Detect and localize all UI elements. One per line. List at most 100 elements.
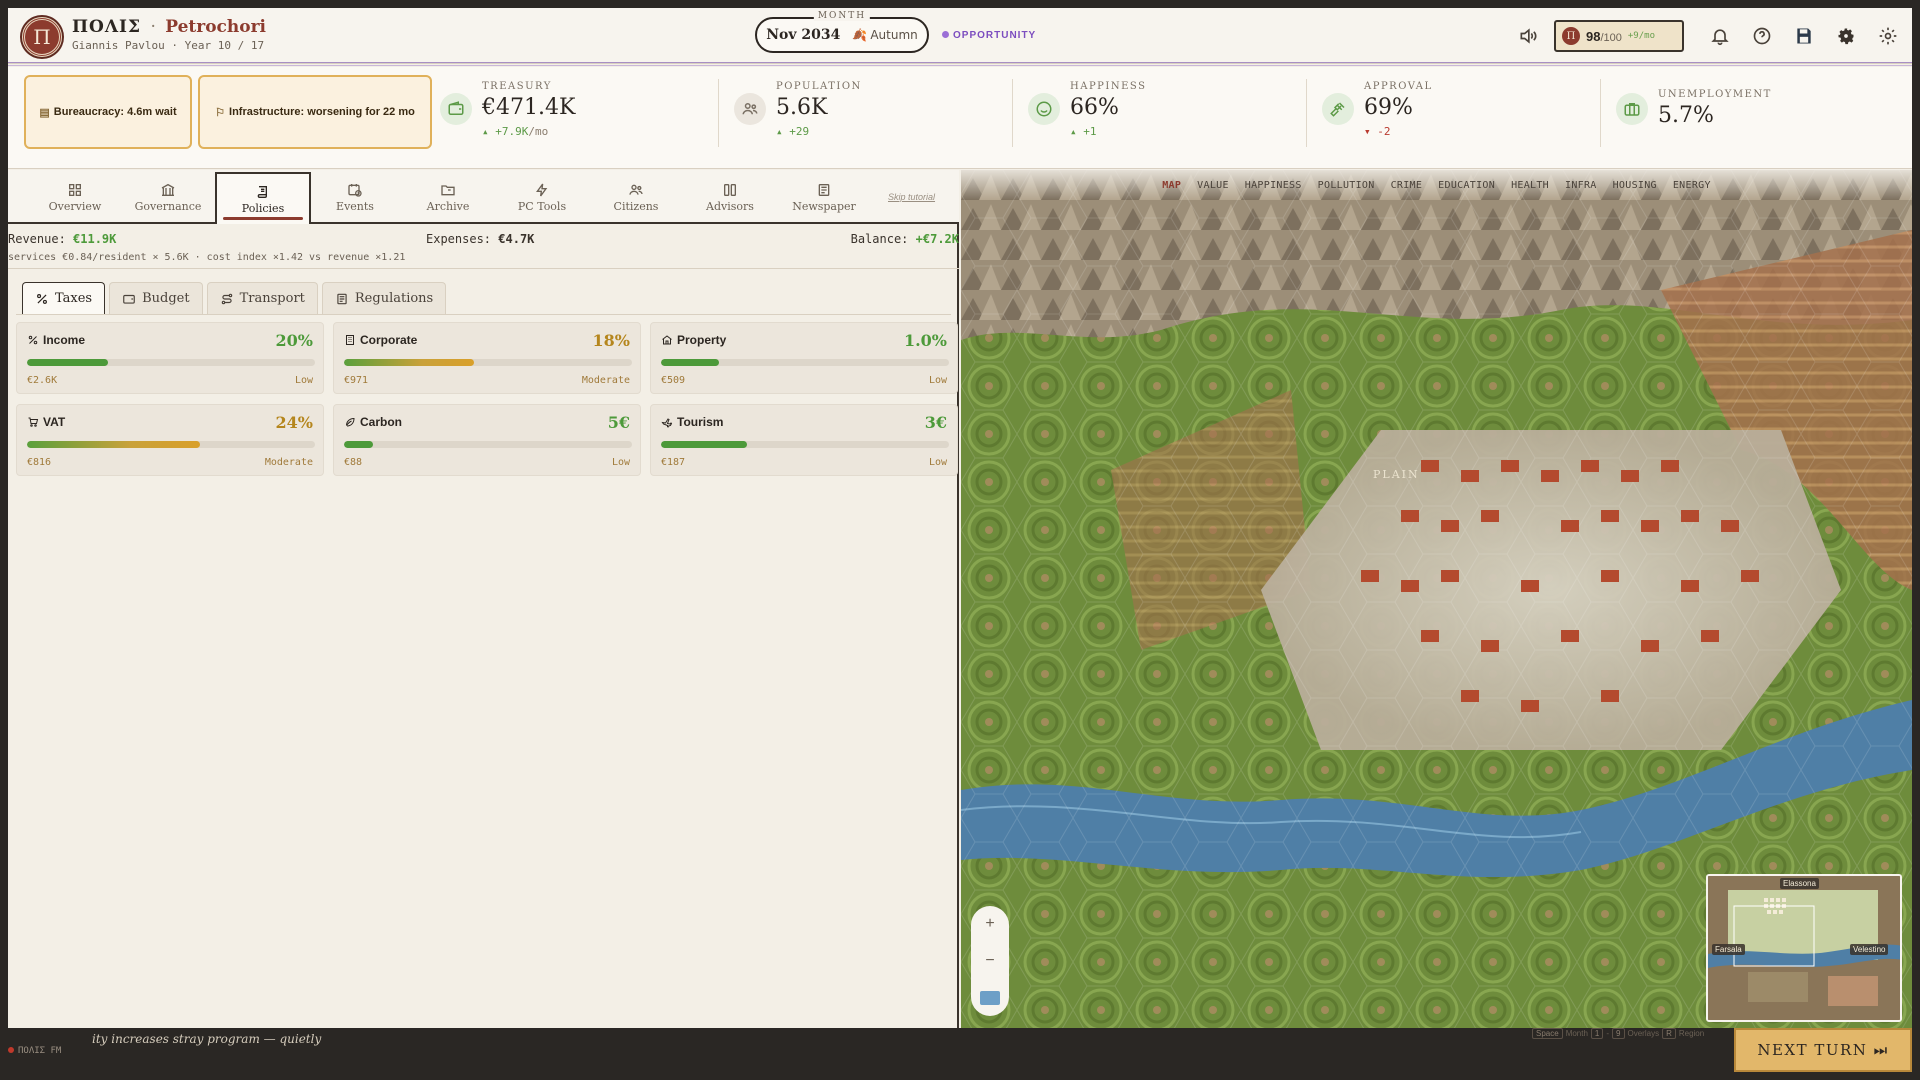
subtab-regulations[interactable]: Regulations <box>321 282 447 314</box>
stat-happiness[interactable]: HAPPINESS 66% ▴ +1 <box>1028 77 1278 153</box>
tax-card-income[interactable]: Income 20% €2.6K Low <box>16 322 324 394</box>
wallet-icon <box>440 93 472 125</box>
settings-icon[interactable] <box>1876 24 1900 48</box>
tab-advisors[interactable]: Advisors <box>685 174 775 220</box>
overlay-value[interactable]: VALUE <box>1190 177 1236 194</box>
zoom-out-button[interactable]: − <box>978 949 1002 973</box>
revenue-value: €11.9K <box>73 232 117 246</box>
expenses: Expenses: €4.7K <box>426 232 534 246</box>
stat-unemployment[interactable]: UNEMPLOYMENT 5.7% <box>1616 77 1866 153</box>
score-display[interactable]: Π 98/100 +9/mo <box>1554 20 1684 52</box>
subtab-budget[interactable]: Budget <box>109 282 203 314</box>
minimap-town-farsala[interactable]: Farsala <box>1712 944 1745 955</box>
city-emblem[interactable]: Π <box>22 17 62 57</box>
month-indicator[interactable]: MONTH Nov 2034 🍂 Autumn <box>755 11 929 53</box>
tab-citizens[interactable]: Citizens <box>591 174 681 220</box>
main-tabs: Overview Governance Policies Events Arch… <box>8 170 959 224</box>
tax-level: Moderate <box>264 457 313 468</box>
overlay-infra[interactable]: INFRA <box>1558 177 1604 194</box>
tax-card-property[interactable]: Property 1.0% €509 Low <box>650 322 958 394</box>
tab-pc-tools[interactable]: PC Tools <box>497 174 587 220</box>
overlay-pollution[interactable]: POLLUTION <box>1311 177 1382 194</box>
tab-archive[interactable]: Archive <box>403 174 493 220</box>
gear-icon[interactable] <box>1834 24 1858 48</box>
tax-card-tourism[interactable]: Tourism 3€ €187 Low <box>650 404 958 476</box>
live-dot-icon <box>8 1047 14 1053</box>
percent-tag-icon <box>28 335 38 345</box>
subtab-taxes[interactable]: Taxes <box>22 282 106 314</box>
overlay-health[interactable]: HEALTH <box>1504 177 1556 194</box>
game-window: Π ΠΟΛΙΣ · Petrochori Giannis Pavlou · Ye… <box>8 8 1912 1028</box>
stat-population[interactable]: POPULATION 5.6K ▴ +29 <box>734 77 984 153</box>
users-icon <box>629 184 643 195</box>
month-label: MONTH <box>813 11 871 21</box>
season-label: Autumn <box>870 28 918 42</box>
tab-events[interactable]: Events <box>310 174 400 220</box>
tax-slider[interactable] <box>27 441 315 448</box>
overlay-crime[interactable]: CRIME <box>1384 177 1430 194</box>
city-map[interactable]: MAP VALUE HAPPINESS POLLUTION CRIME EDUC… <box>961 170 1912 1028</box>
overlay-happiness[interactable]: HAPPINESS <box>1238 177 1309 194</box>
key-r: R <box>1662 1028 1676 1039</box>
tax-level: Moderate <box>581 375 630 386</box>
tax-slider[interactable] <box>27 359 315 366</box>
radio-name: ΠΟΛΙΣ FM <box>18 1046 62 1056</box>
tax-card-corporate[interactable]: Corporate 18% €971 Moderate <box>333 322 641 394</box>
tab-label: Governance <box>134 199 202 213</box>
mayor-name: Giannis Pavlou <box>72 39 165 52</box>
key-1: 1 <box>1590 1028 1604 1039</box>
expenses-label: Expenses: <box>426 232 492 246</box>
radio-station[interactable]: ΠΟΛΙΣ FM <box>8 1046 61 1056</box>
gavel-icon <box>1322 93 1354 125</box>
balance-value: +€7.2K <box>915 232 959 246</box>
alert-infrastructure[interactable]: ⚐ Infrastructure: worsening for 22 mo <box>198 75 432 149</box>
overlay-energy[interactable]: ENERGY <box>1666 177 1718 194</box>
skip-tutorial-link[interactable]: Skip tutorial <box>888 192 935 202</box>
next-turn-button[interactable]: NEXT TURN ⏭ <box>1734 1028 1912 1072</box>
map-view-button[interactable] <box>978 986 1002 1010</box>
minimap-town-elassona[interactable]: Elassona <box>1780 878 1819 889</box>
population-label: POPULATION <box>776 81 862 92</box>
tax-card-carbon[interactable]: Carbon 5€ €88 Low <box>333 404 641 476</box>
tax-rate: 18% <box>592 331 630 350</box>
score-value: 98/100 <box>1586 29 1622 44</box>
tax-slider[interactable] <box>344 359 632 366</box>
plane-icon <box>661 418 673 428</box>
stat-treasury[interactable]: TREASURY €471.4K ▴ +7.9K/mo <box>440 77 690 153</box>
tax-slider[interactable] <box>661 359 949 366</box>
minimap-town-velestino[interactable]: Velestino <box>1850 944 1889 955</box>
leaf-icon <box>346 417 355 427</box>
opportunity-badge[interactable]: OPPORTUNITY <box>942 30 1036 41</box>
opportunity-label: OPPORTUNITY <box>953 30 1037 41</box>
happiness-value: 66% <box>1070 95 1119 120</box>
game-name: ΠΟΛΙΣ <box>72 17 142 37</box>
bell-icon[interactable] <box>1708 24 1732 48</box>
tax-card-vat[interactable]: VAT 24% €816 Moderate <box>16 404 324 476</box>
smile-icon <box>1028 93 1060 125</box>
alert-bureaucracy[interactable]: ▤ Bureaucracy: 4.6m wait <box>24 75 192 149</box>
overlay-housing[interactable]: HOUSING <box>1606 177 1664 194</box>
tab-governance[interactable]: Governance <box>123 174 213 220</box>
tax-slider[interactable] <box>344 441 632 448</box>
tab-newspaper[interactable]: Newspaper <box>779 174 869 220</box>
overlay-map[interactable]: MAP <box>1155 177 1188 194</box>
overlay-education[interactable]: EDUCATION <box>1431 177 1502 194</box>
zoom-in-button[interactable]: + <box>978 912 1002 936</box>
help-icon[interactable] <box>1750 24 1774 48</box>
tax-slider[interactable] <box>661 441 949 448</box>
header-divider <box>8 62 1912 66</box>
map-icon <box>980 990 1000 1005</box>
tab-policies[interactable]: Policies <box>215 172 311 224</box>
tax-rate: 1.0% <box>903 331 947 350</box>
tax-slider-fill <box>27 441 200 448</box>
sound-icon[interactable] <box>1516 24 1540 48</box>
briefcase-icon <box>1616 93 1648 125</box>
construction-icon: ⚐ <box>215 106 226 119</box>
minimap[interactable]: Elassona Farsala Velestino <box>1706 874 1902 1022</box>
stat-approval[interactable]: APPROVAL 69% ▾ -2 <box>1322 77 1572 153</box>
stat-divider <box>1600 79 1601 147</box>
clipboard-icon: ▤ <box>39 106 50 119</box>
save-icon[interactable] <box>1792 24 1816 48</box>
tab-overview[interactable]: Overview <box>30 174 120 220</box>
subtab-transport[interactable]: Transport <box>206 282 318 314</box>
